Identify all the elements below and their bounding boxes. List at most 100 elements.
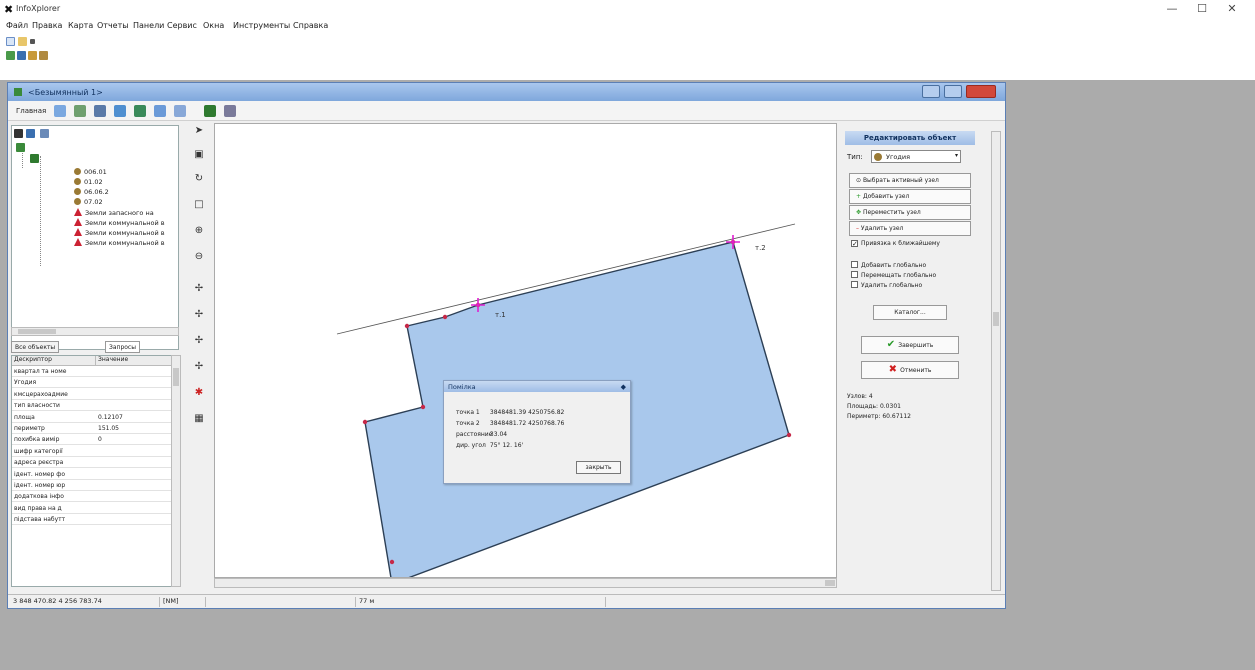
map-horizontal-scrollbar[interactable] [214, 578, 837, 588]
grid-tool-icon[interactable]: ▦ [193, 413, 205, 425]
delete-tool-icon[interactable]: ✱ [193, 387, 205, 399]
menu-windows[interactable]: Окна [203, 21, 224, 30]
snap-icon[interactable]: ✢ [193, 283, 205, 295]
node-tool-icon[interactable]: ✢ [193, 335, 205, 347]
refresh-icon[interactable] [74, 105, 86, 117]
close-button[interactable]: ✕ [1220, 2, 1244, 16]
tree-item[interactable]: 006.01 [74, 168, 107, 176]
finish-button[interactable]: ✔ Завершить [861, 336, 959, 354]
menu-edit[interactable]: Правка [32, 21, 62, 30]
menu-help[interactable]: Справка [293, 21, 328, 30]
catalog-button[interactable]: Каталог... [873, 305, 947, 320]
maximize-button[interactable]: ☐ [1190, 2, 1214, 16]
select-rect-icon[interactable]: ▣ [193, 149, 205, 161]
edit-panel-scrollbar[interactable] [991, 131, 1001, 591]
zoom-out-icon[interactable]: ⊖ [193, 251, 205, 263]
property-row[interactable]: додаткова інфо [12, 492, 178, 503]
snap-checkbox[interactable]: ✓ Привязка к ближайшему [851, 240, 940, 248]
delete-global-checkbox[interactable]: Удалить глобально [851, 281, 922, 289]
tree-horizontal-scrollbar[interactable] [11, 327, 179, 336]
find-icon[interactable] [14, 129, 23, 138]
select-tool-icon[interactable] [134, 105, 146, 117]
new-document-icon[interactable] [6, 37, 15, 46]
frame-tool-icon[interactable]: □ [193, 199, 205, 211]
tree-item[interactable]: 07.02 [74, 198, 103, 206]
scroll-thumb[interactable] [825, 580, 835, 586]
menu-file[interactable]: Файл [6, 21, 28, 30]
database-icon[interactable] [17, 51, 26, 60]
tree-item[interactable]: Земли коммунальной в [74, 228, 165, 237]
rotate-icon[interactable]: ↻ [193, 173, 205, 185]
grid-icon[interactable] [40, 129, 49, 138]
scroll-thumb[interactable] [18, 329, 56, 334]
move-node-button[interactable]: ✥ Переместить узел [849, 205, 971, 220]
property-grid-scrollbar[interactable] [171, 355, 181, 587]
property-row[interactable]: тип власности [12, 401, 178, 412]
doc-minimize-button[interactable] [922, 85, 940, 98]
property-row[interactable]: квартал та номе [12, 367, 178, 377]
property-value[interactable]: 0.12107 [98, 414, 123, 421]
property-row[interactable]: ідент. номер фо [12, 470, 178, 480]
connect-icon[interactable] [6, 51, 15, 60]
sort-icon[interactable] [26, 129, 35, 138]
property-row[interactable]: площа 0.12107 [12, 413, 178, 423]
pointer-tool-icon[interactable]: ➤ [193, 125, 205, 137]
column-header-value[interactable]: Значение [96, 356, 176, 366]
doc-restore-button[interactable] [944, 85, 962, 98]
package-icon[interactable] [39, 51, 48, 60]
print-icon[interactable] [94, 105, 106, 117]
menu-service[interactable]: Сервис [167, 21, 197, 30]
edit-tool-icon[interactable] [204, 105, 216, 117]
scroll-thumb[interactable] [173, 368, 179, 386]
tree-layer[interactable] [30, 154, 39, 165]
property-row[interactable]: вид права на д [12, 504, 178, 514]
vertex-point[interactable] [362, 419, 368, 425]
dropdown-arrow-icon[interactable] [30, 39, 35, 44]
tab-queries[interactable]: Запросы [105, 341, 140, 353]
tree-item[interactable]: Земли коммунальной в [74, 218, 165, 227]
property-value[interactable]: 151.05 [98, 425, 119, 432]
menu-map[interactable]: Карта [68, 21, 93, 30]
snap-alt-icon[interactable]: ✢ [193, 309, 205, 321]
menu-reports[interactable]: Отчеты [97, 21, 129, 30]
save-icon[interactable] [114, 105, 126, 117]
type-select[interactable]: Угодия ▾ [871, 150, 961, 163]
measure-tool-icon[interactable] [154, 105, 166, 117]
column-header-descriptor[interactable]: Дескриптор [12, 356, 96, 366]
select-active-node-button[interactable]: ⊙ Выбрать активный узел [849, 173, 971, 188]
property-row[interactable]: периметр 151.05 [12, 424, 178, 434]
vertex-point[interactable] [786, 432, 792, 438]
frame-icon[interactable] [174, 105, 186, 117]
map-canvas[interactable]: т.1 т.2 [214, 123, 837, 578]
vertex-point[interactable] [442, 314, 448, 320]
vertex-point[interactable] [420, 404, 426, 410]
add-global-checkbox[interactable]: Добавить глобально [851, 261, 926, 269]
screen-icon[interactable] [224, 105, 236, 117]
tree-item[interactable]: 06.06.2 [74, 188, 109, 196]
tree-item[interactable]: Земли коммунальной в [74, 238, 165, 247]
pin-icon[interactable]: ◆ [621, 383, 626, 391]
property-row[interactable]: підстава набутт [12, 515, 178, 526]
open-folder-icon[interactable] [18, 37, 27, 46]
move-global-checkbox[interactable]: Перемещать глобально [851, 271, 936, 279]
property-row[interactable]: ідент. номер юр [12, 481, 178, 491]
vertex-point[interactable] [389, 559, 395, 565]
zoom-layer-icon[interactable] [54, 105, 66, 117]
measure-close-button[interactable]: закрыть [576, 461, 621, 474]
home-tab[interactable]: Главная [16, 107, 46, 115]
property-row[interactable]: Угодия [12, 378, 178, 389]
tree-item[interactable]: 01.02 [74, 178, 103, 186]
vertex-point[interactable] [404, 323, 410, 329]
property-row[interactable]: адреса реєстра [12, 458, 178, 469]
menu-panels[interactable]: Панели [133, 21, 164, 30]
cancel-button[interactable]: ✖ Отменить [861, 361, 959, 379]
minimize-button[interactable]: — [1160, 2, 1184, 16]
tree-root[interactable] [16, 143, 25, 154]
property-row[interactable]: кмсцерахоадмие [12, 390, 178, 400]
delete-node-button[interactable]: – Удалить узел [849, 221, 971, 236]
property-row[interactable]: похибка вимір 0 [12, 435, 178, 446]
scroll-thumb[interactable] [993, 312, 999, 326]
vertex-tool-icon[interactable]: ✢ [193, 361, 205, 373]
zoom-in-icon[interactable]: ⊕ [193, 225, 205, 237]
tab-all-objects[interactable]: Все объекты [11, 341, 60, 353]
